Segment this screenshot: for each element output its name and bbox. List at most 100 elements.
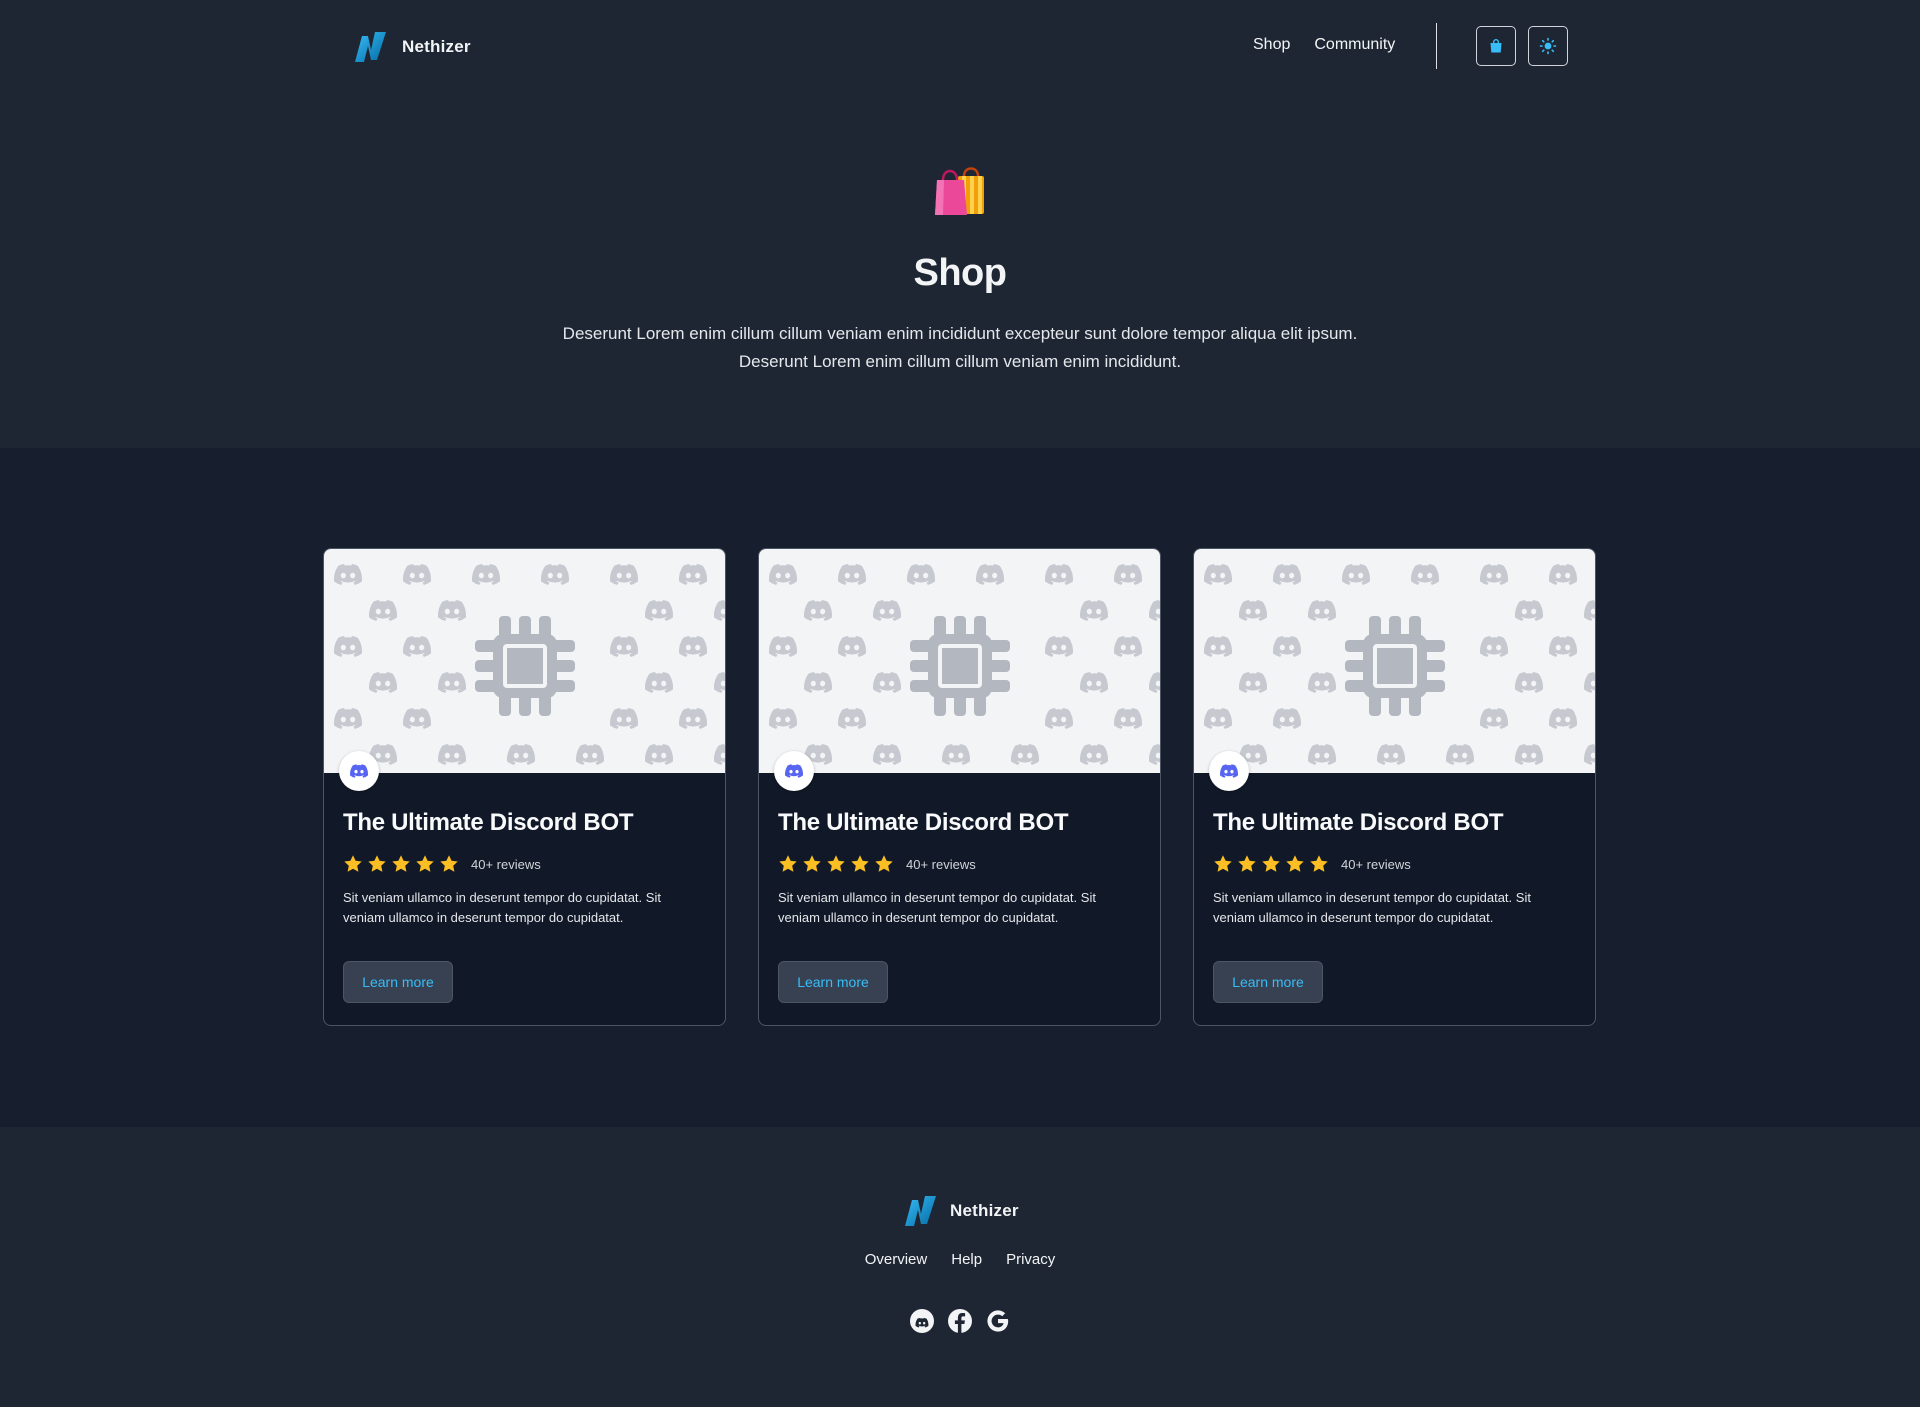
star-icon <box>343 854 363 874</box>
rating: 40+ reviews <box>1213 854 1411 874</box>
discord-pattern-icon <box>1273 636 1301 657</box>
theme-toggle-button[interactable] <box>1528 26 1568 66</box>
star-icon <box>1237 854 1257 874</box>
discord-pattern-icon <box>403 564 431 585</box>
discord-pattern-icon <box>838 564 866 585</box>
discord-pattern-icon <box>610 636 638 657</box>
star-icon <box>850 854 870 874</box>
product-description: Sit veniam ullamco in deserunt tempor do… <box>778 890 1096 925</box>
discord-badge <box>774 751 814 791</box>
reviews-count: 40+ reviews <box>471 856 541 872</box>
discord-pattern-icon <box>610 564 638 585</box>
discord-icon <box>1220 764 1238 778</box>
discord-pattern-icon <box>679 564 707 585</box>
discord-icon <box>350 764 368 778</box>
learn-more-button[interactable]: Learn more <box>778 961 888 1003</box>
discord-pattern-icon <box>472 564 500 585</box>
discord-pattern-icon <box>369 600 397 621</box>
discord-pattern-icon <box>907 564 935 585</box>
rating: 40+ reviews <box>343 854 541 874</box>
discord-pattern-icon <box>1273 708 1301 729</box>
cart-button[interactable] <box>1476 26 1516 66</box>
social-links <box>0 1309 1920 1333</box>
shopping-bag-icon <box>1490 39 1502 53</box>
discord-pattern-icon <box>1204 636 1232 657</box>
discord-pattern-icon <box>1204 564 1232 585</box>
discord-pattern-icon <box>507 744 535 765</box>
product-card[interactable]: The Ultimate Discord BOT 40+ reviews Sit… <box>1193 548 1596 1026</box>
star-icon <box>826 854 846 874</box>
discord-pattern-icon <box>804 600 832 621</box>
product-card[interactable]: The Ultimate Discord BOT 40+ reviews Sit… <box>323 548 726 1026</box>
star-icon <box>1285 854 1305 874</box>
google-icon[interactable] <box>986 1309 1010 1333</box>
facebook-icon[interactable] <box>948 1309 972 1333</box>
discord-pattern-icon <box>976 564 1004 585</box>
shopping-bags-emoji-icon <box>935 167 984 215</box>
discord-pattern-icon <box>541 564 569 585</box>
discord-pattern-icon <box>610 708 638 729</box>
star-icon <box>802 854 822 874</box>
star-icon <box>391 854 411 874</box>
product-description: Sit veniam ullamco in deserunt tempor do… <box>1213 890 1531 925</box>
discord-icon[interactable] <box>910 1309 934 1333</box>
sun-icon <box>1539 37 1557 55</box>
site-header: Nethizer Shop Community <box>0 0 1920 92</box>
discord-pattern-icon <box>1515 600 1543 621</box>
discord-pattern-icon <box>1342 564 1370 585</box>
discord-pattern-icon <box>1149 744 1160 765</box>
subtitle-line-2: Deserunt Lorem enim cillum cillum veniam… <box>738 352 1182 371</box>
discord-pattern-icon <box>1308 744 1336 765</box>
star-icon <box>1309 854 1329 874</box>
products-section: The Ultimate Discord BOT 40+ reviews Sit… <box>0 448 1920 1127</box>
discord-badge <box>339 751 379 791</box>
discord-pattern-icon <box>1114 564 1142 585</box>
star-rating <box>343 854 459 874</box>
nav-item-shop[interactable]: Shop <box>1253 36 1290 54</box>
discord-pattern-icon <box>369 672 397 693</box>
star-icon <box>439 854 459 874</box>
star-rating <box>1213 854 1329 874</box>
discord-pattern-icon <box>1584 600 1595 621</box>
discord-pattern-icon <box>1239 672 1267 693</box>
discord-pattern-icon <box>1149 672 1160 693</box>
discord-pattern-icon <box>334 564 362 585</box>
discord-pattern-icon <box>679 708 707 729</box>
learn-more-button[interactable]: Learn more <box>343 961 453 1003</box>
product-description: Sit veniam ullamco in deserunt tempor do… <box>343 890 661 925</box>
footer-link-overview[interactable]: Overview <box>865 1251 928 1268</box>
footer-link-help[interactable]: Help <box>951 1251 982 1268</box>
reviews-count: 40+ reviews <box>906 856 976 872</box>
page-subtitle: Deserunt Lorem enim cillum cillum veniam… <box>0 320 1920 376</box>
footer-brand[interactable]: Nethizer <box>902 1193 1019 1229</box>
discord-pattern-icon <box>576 744 604 765</box>
product-title: The Ultimate Discord BOT <box>1213 809 1504 836</box>
footer-links: Overview Help Privacy <box>0 1251 1920 1268</box>
product-title: The Ultimate Discord BOT <box>343 809 634 836</box>
star-icon <box>874 854 894 874</box>
learn-more-button[interactable]: Learn more <box>1213 961 1323 1003</box>
discord-pattern-icon <box>1114 708 1142 729</box>
discord-pattern-icon <box>438 600 466 621</box>
chip-icon <box>471 612 579 720</box>
discord-pattern-icon <box>1204 708 1232 729</box>
hero-section: Shop Deserunt Lorem enim cillum cillum v… <box>0 92 1920 448</box>
discord-pattern-icon <box>1584 672 1595 693</box>
brand[interactable]: Nethizer <box>352 29 471 65</box>
star-icon <box>367 854 387 874</box>
star-icon <box>1213 854 1233 874</box>
discord-pattern-icon <box>1308 672 1336 693</box>
discord-pattern-icon <box>1308 600 1336 621</box>
nav-item-community[interactable]: Community <box>1314 36 1395 54</box>
nav-divider <box>1436 23 1437 69</box>
discord-pattern-icon <box>438 744 466 765</box>
nethizer-logo-icon <box>352 29 388 65</box>
product-card[interactable]: The Ultimate Discord BOT 40+ reviews Sit… <box>758 548 1161 1026</box>
footer-link-privacy[interactable]: Privacy <box>1006 1251 1055 1268</box>
discord-pattern-icon <box>645 672 673 693</box>
page-title: Shop <box>913 252 1007 294</box>
discord-pattern-icon <box>438 672 466 693</box>
discord-pattern-icon <box>1446 744 1474 765</box>
footer-brand-name: Nethizer <box>950 1201 1019 1220</box>
discord-pattern-icon <box>1549 708 1577 729</box>
